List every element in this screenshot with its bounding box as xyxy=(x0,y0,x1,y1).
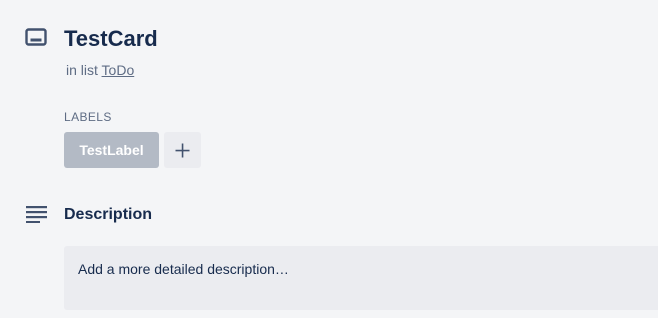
plus-icon xyxy=(175,143,190,158)
label-chip[interactable]: TestLabel xyxy=(64,132,159,168)
list-link[interactable]: ToDo xyxy=(102,62,135,78)
labels-heading: LABELS xyxy=(64,110,112,124)
description-lines-icon xyxy=(26,206,47,223)
card-icon xyxy=(25,28,47,46)
add-label-button[interactable] xyxy=(164,132,201,168)
card-title[interactable]: TestCard xyxy=(64,25,158,53)
in-list-prefix: in list xyxy=(66,62,98,78)
card-list-info: in list ToDo xyxy=(66,61,134,79)
description-title: Description xyxy=(64,206,153,223)
description-input[interactable]: Add a more detailed description… xyxy=(64,246,658,310)
